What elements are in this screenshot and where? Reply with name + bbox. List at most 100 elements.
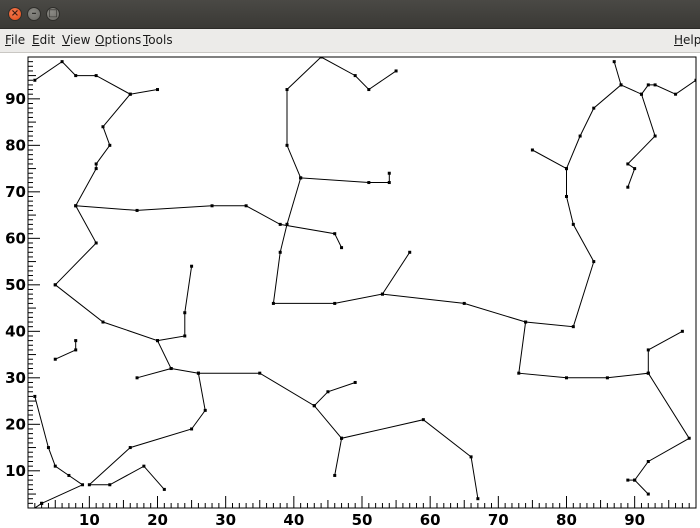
data-point <box>326 390 330 394</box>
series-line <box>381 252 411 295</box>
y-tick-label: 60 <box>5 229 26 247</box>
data-point <box>142 464 146 468</box>
minimize-window-button[interactable]: – <box>27 7 41 21</box>
x-tick-label: 80 <box>556 511 577 528</box>
data-point <box>571 325 575 329</box>
x-tick-label: 30 <box>215 511 236 528</box>
data-point <box>169 367 173 371</box>
data-point <box>190 264 194 268</box>
data-point <box>517 371 521 375</box>
data-point <box>605 376 609 380</box>
y-tick-label: 80 <box>5 136 26 154</box>
data-point <box>612 60 616 64</box>
data-point <box>564 376 568 380</box>
data-point <box>94 74 98 78</box>
maximize-window-button[interactable]: □ <box>46 7 60 21</box>
data-point <box>674 92 678 96</box>
data-point <box>101 320 105 324</box>
data-point <box>33 394 37 398</box>
series-line <box>620 84 656 188</box>
plot-canvas[interactable]: 10 20 30 40 50 60 70 80 90 10 20 30 40 50 60 70 80 90 <box>0 53 700 528</box>
data-point <box>183 334 187 338</box>
data-point <box>135 376 139 380</box>
series-line <box>286 173 390 225</box>
series-line <box>34 396 84 504</box>
y-tick-label: 10 <box>5 462 26 480</box>
data-point <box>680 329 684 333</box>
x-tick-label: 10 <box>79 511 100 528</box>
series-line <box>54 93 131 286</box>
series-line <box>647 330 683 374</box>
menu-edit[interactable]: Edit <box>32 33 55 47</box>
data-point <box>626 162 630 166</box>
data-point <box>183 311 187 315</box>
data-point <box>633 478 637 482</box>
data-point <box>278 250 282 254</box>
data-point <box>619 83 623 87</box>
y-tick-label: 70 <box>5 183 26 201</box>
data-point <box>367 181 371 185</box>
data-point <box>87 483 91 487</box>
data-point <box>626 478 630 482</box>
data-point <box>319 57 323 59</box>
data-point <box>271 301 275 305</box>
data-point <box>53 357 57 361</box>
x-tick-label: 40 <box>283 511 304 528</box>
data-point <box>646 83 650 87</box>
data-point <box>278 222 282 226</box>
data-point <box>408 250 412 254</box>
menu-bar: File Edit View Options Tools Help <box>0 29 700 53</box>
data-point <box>94 241 98 245</box>
menu-view[interactable]: View <box>62 33 90 47</box>
series-line <box>313 382 356 407</box>
x-tick-label: 70 <box>488 511 509 528</box>
data-point <box>687 436 691 440</box>
data-point <box>27 511 30 514</box>
data-point <box>46 446 50 450</box>
close-window-button[interactable]: × <box>8 7 22 21</box>
data-point <box>53 464 57 468</box>
data-point <box>67 473 71 477</box>
data-point <box>646 348 650 352</box>
data-point <box>108 483 112 487</box>
menu-help[interactable]: Help <box>674 33 700 47</box>
data-point <box>646 460 650 464</box>
data-point <box>53 283 57 287</box>
data-point <box>33 78 37 82</box>
series-line <box>171 368 479 499</box>
data-point <box>101 125 105 129</box>
data-point <box>128 92 132 96</box>
data-point <box>626 185 630 189</box>
plot-frame-border <box>27 56 697 509</box>
data-point <box>244 204 248 208</box>
axes: 10 20 30 40 50 60 70 80 90 10 20 30 40 50 60 70 80 90 <box>5 56 697 528</box>
data-point <box>340 436 344 440</box>
data-point <box>333 301 337 305</box>
maximize-icon: □ <box>48 8 58 19</box>
data-point <box>653 83 657 87</box>
data-point <box>156 339 160 343</box>
series-line <box>34 60 158 95</box>
data-point <box>203 408 207 412</box>
data-point <box>564 167 568 171</box>
menu-tools[interactable]: Tools <box>143 33 173 47</box>
data-point <box>380 292 384 296</box>
y-tick-label: 50 <box>5 276 26 294</box>
y-tick-label: 20 <box>5 415 26 433</box>
series-line <box>157 266 193 342</box>
menu-options[interactable]: Options <box>95 33 141 47</box>
series-line <box>518 321 690 495</box>
data-point <box>353 380 357 384</box>
data-point <box>108 143 112 147</box>
title-bar: × – □ <box>0 0 700 29</box>
menu-file[interactable]: File <box>5 33 25 47</box>
data-point <box>524 320 528 324</box>
data-point <box>340 246 344 250</box>
series-line <box>272 61 622 328</box>
series-line <box>88 373 206 490</box>
data-point <box>592 260 596 264</box>
data-point <box>312 404 316 408</box>
plot-frame <box>27 56 697 509</box>
data-point <box>333 232 337 236</box>
series-line <box>286 57 397 179</box>
